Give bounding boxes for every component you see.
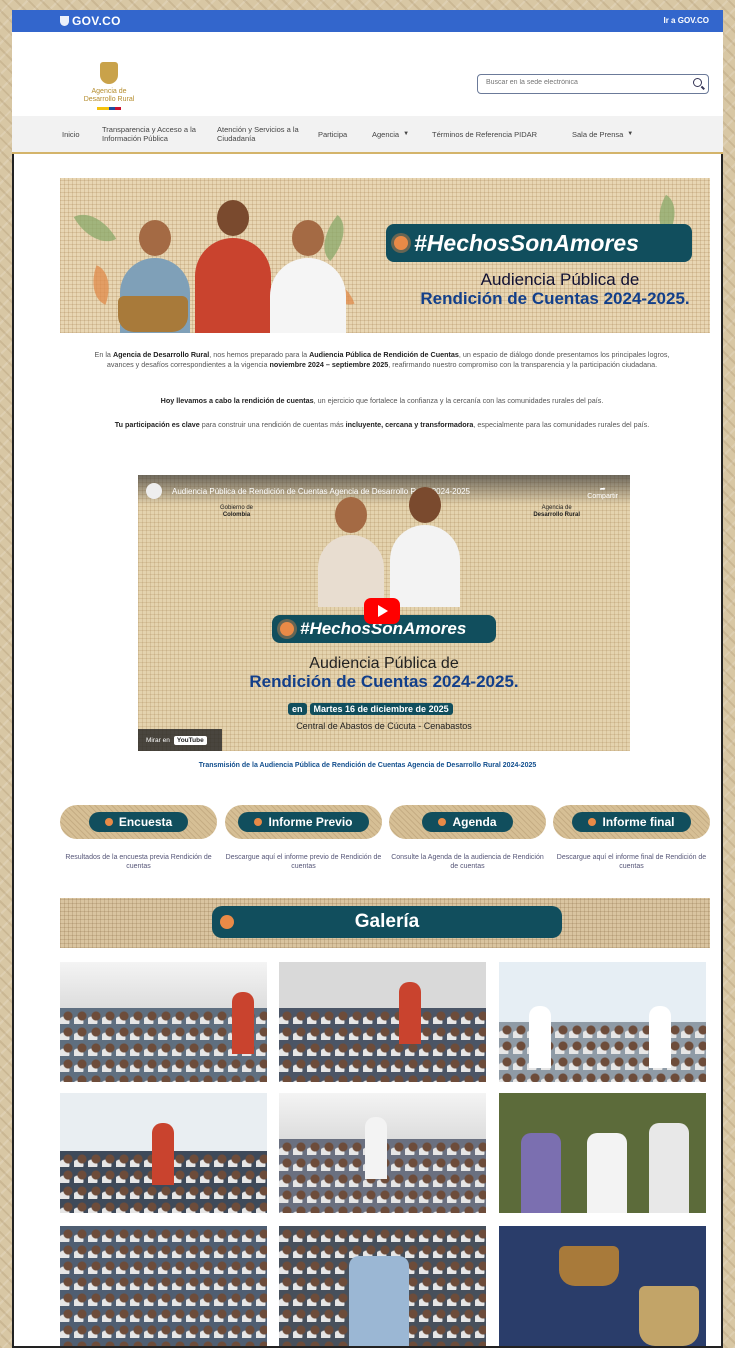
hero-banner: #HechosSonAmores Audiencia Pública de Re… <box>60 178 710 333</box>
agenda-button[interactable]: Agenda <box>389 805 546 839</box>
intro-paragraph-3: Tu participación es clave para construir… <box>114 420 650 429</box>
search-input[interactable] <box>486 79 676 86</box>
nav-item-atencion[interactable]: Atención y Servicios a la Ciudadanía <box>217 116 307 152</box>
flower-icon <box>394 236 408 250</box>
nav-item-transparencia[interactable]: Transparencia y Acceso a la Información … <box>102 116 210 152</box>
share-button[interactable]: ➦ Compartir <box>587 485 618 500</box>
emblem-icon <box>100 62 118 84</box>
person-figure <box>390 487 460 607</box>
agenda-description[interactable]: Consulte la Agenda de la audiencia de Re… <box>389 853 546 871</box>
flower-icon <box>280 622 294 636</box>
youtube-video-embed[interactable]: Audiencia Pública de Rendición de Cuenta… <box>138 475 630 751</box>
site-header: Agencia de Desarrollo Rural <box>12 32 723 116</box>
gov-bar: GOV.CO Ir a GOV.CO <box>12 10 723 32</box>
flower-icon <box>588 818 597 826</box>
intro-paragraph-2: Hoy llevamos a cabo la rendición de cuen… <box>160 396 604 405</box>
gallery-photo[interactable] <box>499 1226 706 1346</box>
caret-down-icon: ▼ <box>627 130 634 137</box>
play-button[interactable] <box>364 598 400 624</box>
page: GOV.CO Ir a GOV.CO Agencia de Desarrollo… <box>12 10 723 1348</box>
gallery-photo[interactable] <box>279 1226 486 1346</box>
person-figure <box>195 200 271 333</box>
gallery-photo[interactable] <box>60 1226 267 1346</box>
encuesta-description[interactable]: Resultados de la encuesta previa Rendici… <box>60 853 217 871</box>
hashtag-pill: #HechosSonAmores <box>386 224 692 262</box>
video-title-line2: Rendición de Cuentas 2024-2025. <box>249 672 519 691</box>
encuesta-button[interactable]: Encuesta <box>60 805 217 839</box>
flower-icon <box>104 818 113 826</box>
video-title-line1: Audiencia Pública de <box>309 655 459 672</box>
video-caption: Transmisión de la Audiencia Pública de R… <box>198 762 537 769</box>
informe-final-description[interactable]: Descargue aquí el informe final de Rendi… <box>553 853 710 871</box>
flower-icon <box>254 818 263 826</box>
nav-item-inicio[interactable]: Inicio <box>62 116 80 152</box>
gallery-photo[interactable] <box>279 962 486 1082</box>
nav-item-terminos-pidar[interactable]: Términos de Referencia PIDAR <box>432 116 537 152</box>
leaf-decoration <box>84 265 118 305</box>
banner-title-line2: Rendición de Cuentas 2024-2025. <box>420 289 690 308</box>
leaf-decoration <box>73 204 117 252</box>
main-nav: Inicio Transparencia y Acceso a la Infor… <box>12 116 723 154</box>
gallery-title: Galería <box>354 911 420 932</box>
search-box <box>477 74 709 94</box>
flag-stripe <box>97 107 121 110</box>
event-date: en Martes 16 de diciembre de 2025 <box>288 703 456 715</box>
gov-co-logo[interactable]: GOV.CO <box>60 14 121 28</box>
nav-item-participa[interactable]: Participa <box>318 116 347 152</box>
gallery-photo[interactable] <box>60 962 267 1082</box>
person-figure <box>270 220 346 333</box>
gobierno-logo: Gobierno de Colombia <box>220 505 254 518</box>
informe-previo-button[interactable]: Informe Previo <box>225 805 382 839</box>
adr-logo-small: Agencia de Desarrollo Rural <box>533 505 580 518</box>
intro-paragraph-1: En la Agencia de Desarrollo Rural, nos h… <box>94 350 670 369</box>
flower-icon <box>220 915 234 929</box>
person-figure <box>318 497 384 607</box>
banner-title-line1: Audiencia Pública de <box>480 270 640 289</box>
go-to-gov-co-link[interactable]: Ir a GOV.CO <box>664 16 710 25</box>
informe-final-button[interactable]: Informe final <box>553 805 710 839</box>
watch-on-youtube-button[interactable]: Mirar en YouTube <box>138 729 222 751</box>
gallery-photo[interactable] <box>60 1093 267 1213</box>
channel-avatar[interactable] <box>146 483 162 499</box>
flower-icon <box>438 818 447 826</box>
gallery-photo[interactable] <box>279 1093 486 1213</box>
shield-icon <box>60 16 69 26</box>
adr-logo[interactable]: Agencia de Desarrollo Rural <box>78 62 140 110</box>
basket-image <box>118 296 188 332</box>
gallery-header: Galería <box>60 898 710 948</box>
youtube-logo-icon: YouTube <box>173 735 207 745</box>
nav-item-sala-prensa[interactable]: Sala de Prensa ▼ <box>572 116 633 152</box>
informe-previo-description[interactable]: Descargue aquí el informe previo de Rend… <box>225 853 382 871</box>
nav-item-agencia[interactable]: Agencia ▼ <box>372 116 409 152</box>
gallery-photo[interactable] <box>499 1093 706 1213</box>
search-icon[interactable] <box>693 78 702 87</box>
share-icon: ➦ <box>599 486 606 493</box>
caret-down-icon: ▼ <box>403 130 410 137</box>
gallery-photo[interactable] <box>499 962 706 1082</box>
